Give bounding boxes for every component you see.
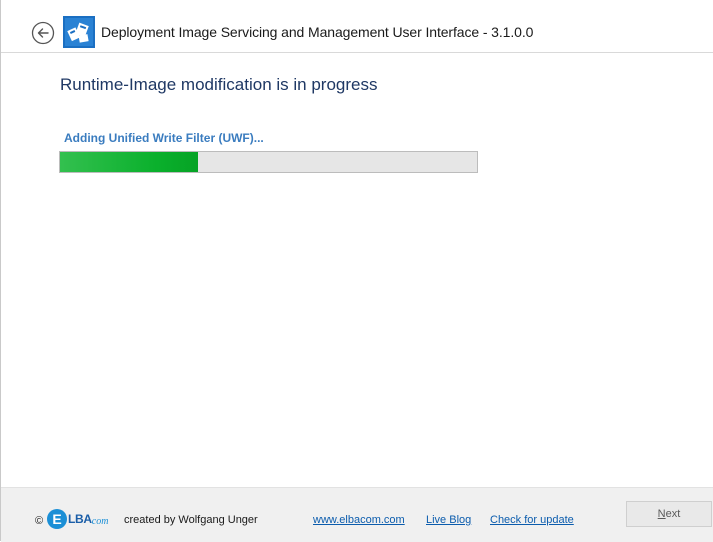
page-title: Runtime-Image modification is in progres… (60, 75, 378, 94)
logo-suffix: com (91, 515, 109, 527)
progress-bar-fill (60, 152, 198, 172)
author-credit: created by Wolfgang Unger (124, 514, 258, 526)
main-window: Deployment Image Servicing and Managemen… (0, 0, 713, 542)
footer: © E LBA com created by Wolfgang Unger ww… (1, 487, 713, 542)
elbacom-logo: E LBA com (47, 508, 108, 530)
check-for-update-link[interactable]: Check for update (490, 514, 574, 526)
back-arrow-icon (31, 21, 55, 45)
copyright-symbol: © (35, 515, 44, 527)
window-title: Deployment Image Servicing and Managemen… (101, 24, 534, 40)
progress-bar (59, 151, 478, 173)
logo-badge-letter: E (47, 509, 67, 529)
progress-status-text: Adding Unified Write Filter (UWF)... (64, 131, 264, 145)
title-bar: Deployment Image Servicing and Managemen… (1, 0, 713, 53)
back-button[interactable] (31, 21, 55, 45)
next-button-label: ext (665, 508, 681, 520)
live-blog-link[interactable]: Live Blog (426, 514, 471, 526)
next-button[interactable]: Next (626, 501, 712, 527)
logo-text: LBA (68, 512, 92, 526)
next-button-mnemonic: N (657, 508, 666, 520)
app-logo-icon (63, 16, 95, 48)
website-link[interactable]: www.elbacom.com (313, 514, 405, 526)
